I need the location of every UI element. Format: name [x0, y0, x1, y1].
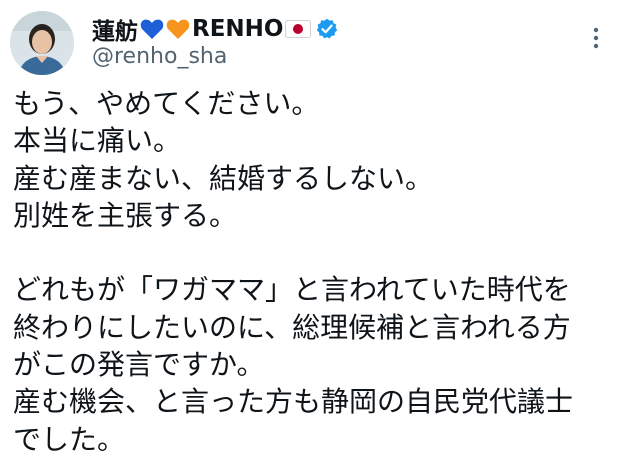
blue-heart-icon — [140, 18, 164, 40]
tweet-line: がこの発言ですか。 — [13, 348, 265, 382]
tweet-line: でした。 — [13, 422, 126, 456]
japan-flag-icon — [285, 19, 312, 39]
tweet-line: 本当に痛い。 — [13, 124, 182, 158]
tweet-line: どれもが「ワガママ」と言われていた時代を — [13, 273, 571, 307]
tweet-line: 産む産まない、結婚するしない。 — [13, 161, 434, 195]
tweet-card: 蓮舫 RENHO @renho_sha もう、やめてください。 本当に痛い。 産… — [0, 0, 620, 472]
author-display-name-suffix[interactable]: RENHO — [192, 16, 283, 42]
tweet-line: 別姓を主張する。 — [13, 198, 238, 232]
more-vertical-icon — [593, 27, 599, 49]
more-options-button[interactable] — [584, 22, 608, 54]
orange-heart-icon — [166, 18, 190, 40]
author-name-row[interactable]: 蓮舫 RENHO — [92, 12, 338, 46]
tweet-text: もう、やめてください。 本当に痛い。 産む産まない、結婚するしない。 別姓を主張… — [13, 85, 613, 458]
tweet-line: 終わりにしたいのに、総理候補と言われる方 — [13, 310, 571, 344]
author-display-name[interactable]: 蓮舫 — [92, 12, 138, 46]
avatar[interactable] — [10, 11, 74, 75]
tweet-line: もう、やめてください。 — [13, 87, 320, 120]
author-handle[interactable]: @renho_sha — [92, 44, 227, 69]
tweet-line: 産む機会、と言った方も静岡の自民党代議士 — [13, 385, 574, 419]
verified-badge-icon[interactable] — [316, 18, 338, 40]
